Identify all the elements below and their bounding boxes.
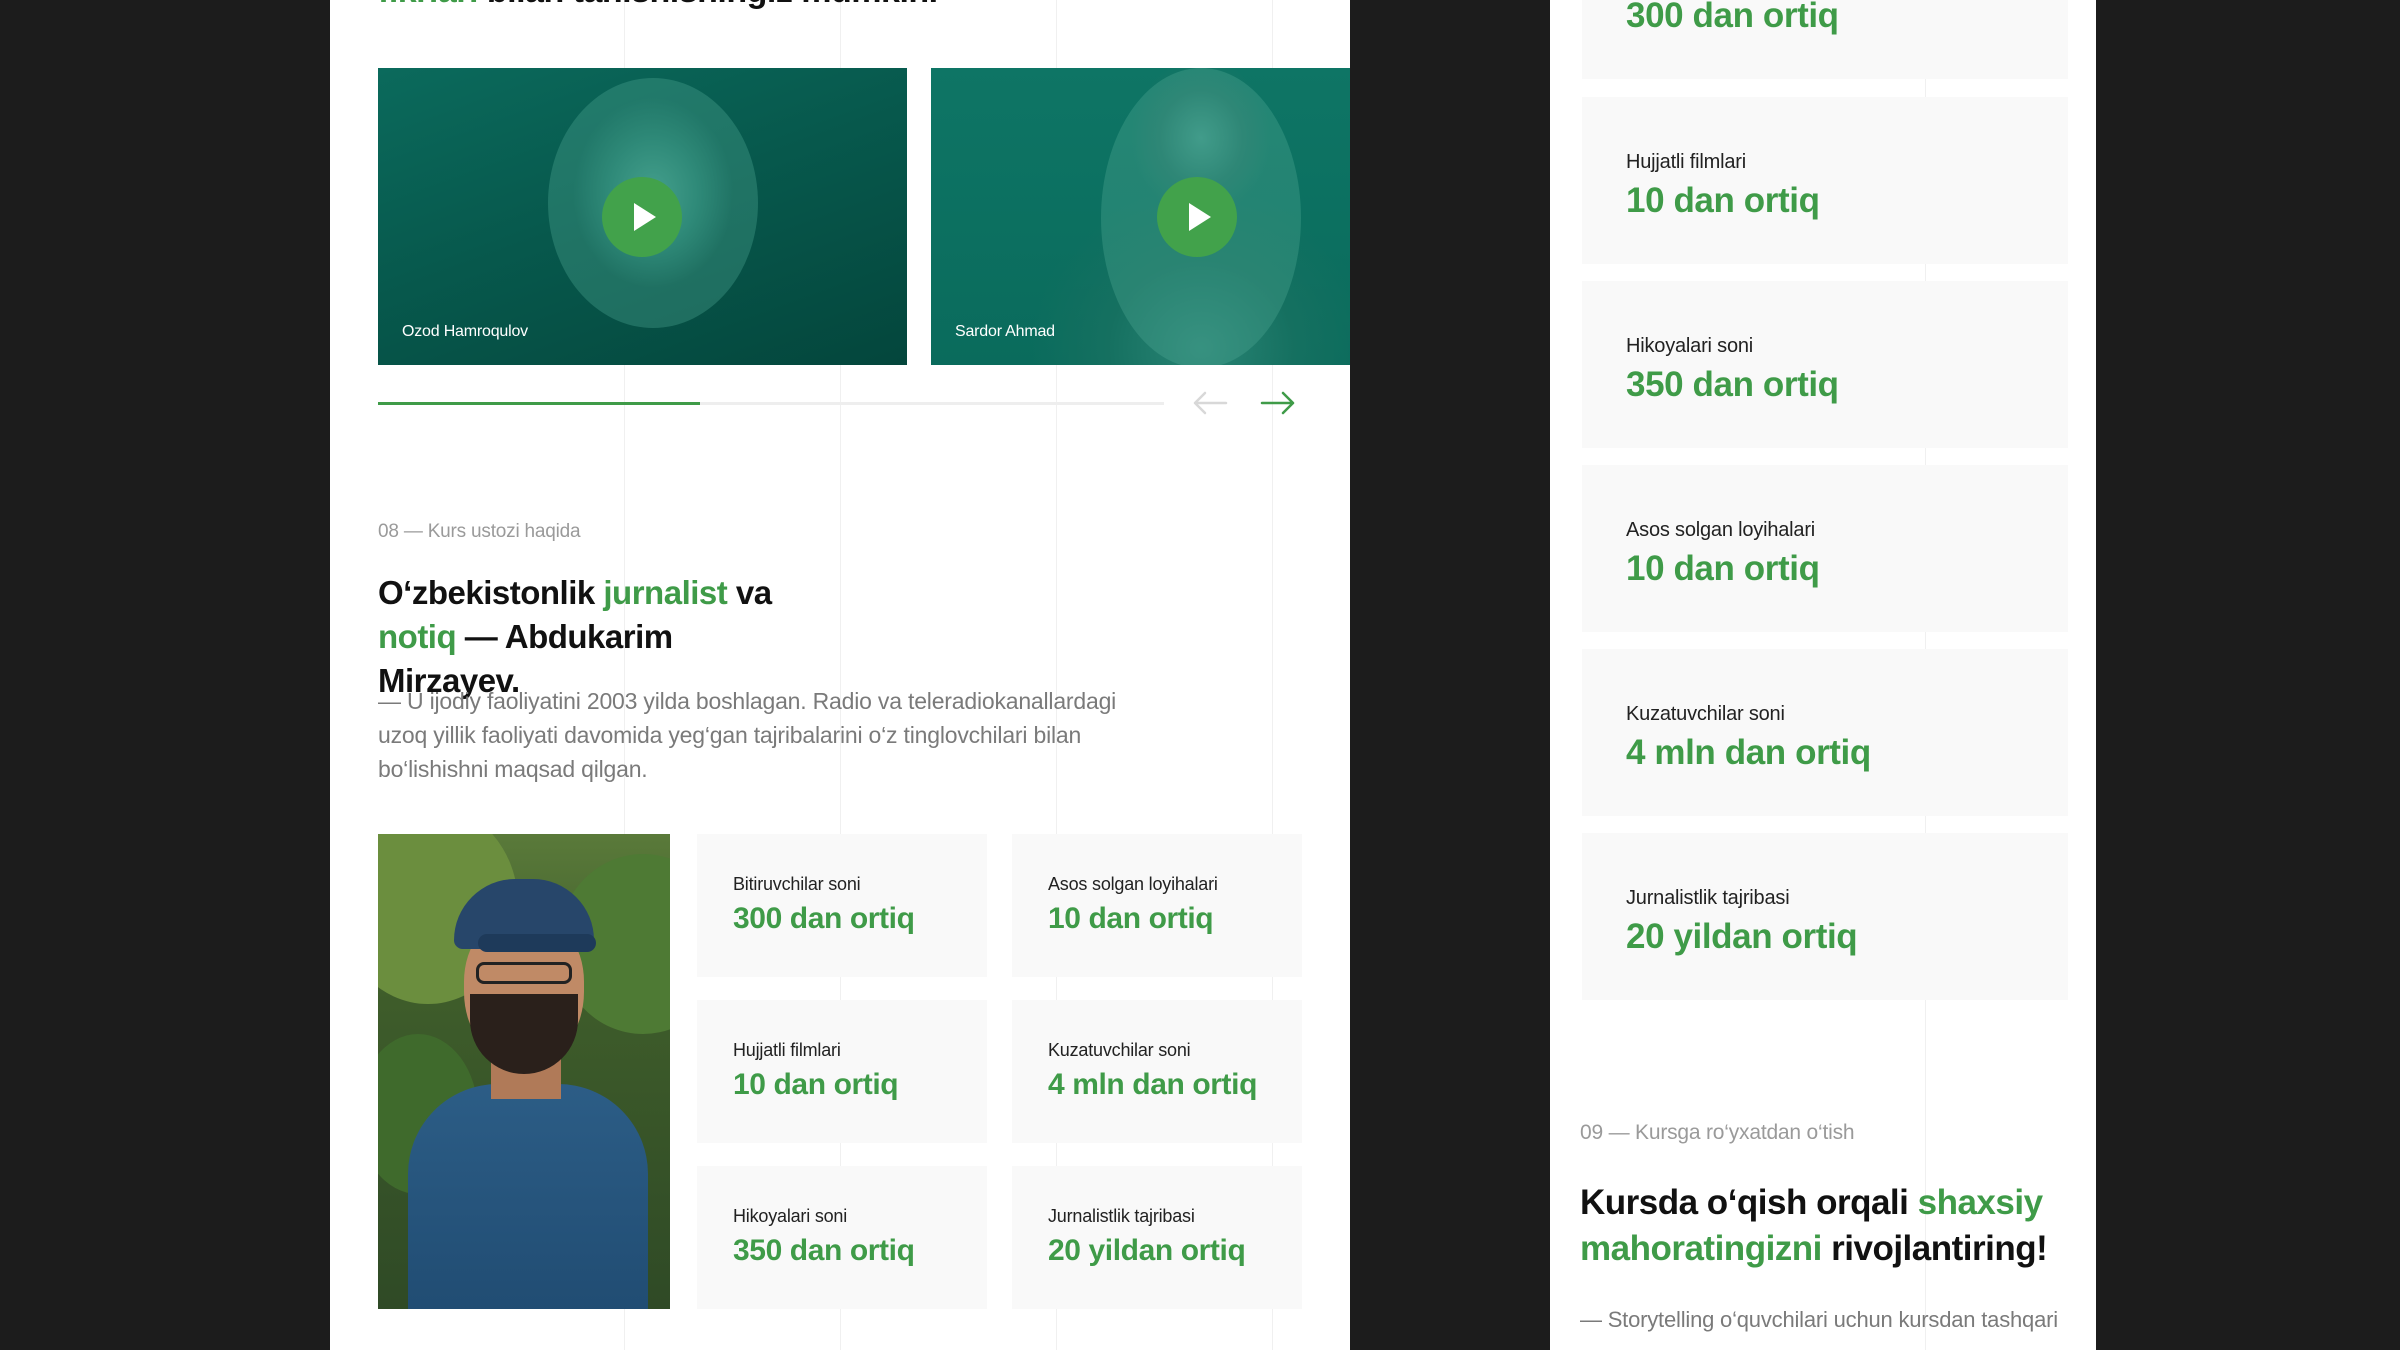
stat-label: Jurnalistlik tajribasi — [1626, 887, 1790, 909]
arrow-left-icon[interactable] — [1190, 388, 1230, 418]
about-bio: — U ijodiy faoliyatini 2003 yilda boshla… — [378, 688, 1117, 782]
stat-label: Kuzatuvchilar soni — [1048, 1040, 1191, 1060]
section-label: 08 — Kurs ustozi haqida — [378, 521, 581, 542]
title-text: O‘zbekistonlik — [378, 574, 604, 611]
stat-card: Asos solgan loyihalari 10 dan ortiq — [1582, 465, 2068, 632]
play-icon — [634, 203, 656, 231]
stat-value: 10 dan ortiq — [1626, 549, 1820, 588]
title-text: va — [727, 574, 772, 611]
slider-progress-track — [378, 402, 1164, 405]
stat-card: Bitiruvchilar soni 300 dan ortiq — [697, 834, 987, 977]
instructor-photo — [378, 834, 670, 1309]
video-card-ozod[interactable]: Ozod Hamroqulov — [378, 68, 907, 365]
stat-value: 300 dan ortiq — [1626, 0, 1839, 35]
stat-label: Hikoyalari soni — [733, 1206, 848, 1226]
stat-value: 20 yildan ortiq — [1048, 1234, 1246, 1267]
left-page-panel: fikrlari bilan tanishishingiz mumkin. Oz… — [330, 0, 1350, 1350]
stat-value: 350 dan ortiq — [1626, 365, 1839, 404]
play-icon — [1189, 203, 1211, 231]
title-green-word: jurnalist — [603, 574, 728, 611]
right-page-panel: 300 dan ortiq Hujjatli filmlari 10 dan o… — [1550, 0, 2096, 1350]
stat-label: Asos solgan loyihalari — [1048, 874, 1218, 894]
headline-dark-text: bilan tanishishingiz mumkin. — [478, 0, 938, 10]
stat-label: Jurnalistlik tajribasi — [1048, 1206, 1195, 1226]
stat-label: Bitiruvchilar soni — [733, 874, 861, 894]
stat-label: Asos solgan loyihalari — [1626, 519, 1816, 541]
arrow-right-icon[interactable] — [1258, 388, 1298, 418]
stat-value: 4 mln dan ortiq — [1626, 733, 1871, 772]
stat-value: 300 dan ortiq — [733, 902, 915, 935]
stat-label: Kuzatuvchilar soni — [1626, 703, 1785, 725]
stat-value: 350 dan ortiq — [733, 1234, 915, 1267]
stat-card: Kuzatuvchilar soni 4 mln dan ortiq — [1012, 1000, 1302, 1143]
stat-value: 10 dan ortiq — [1048, 902, 1214, 935]
video-card-sardor[interactable]: Sardor Ahmad — [931, 68, 1350, 365]
photo-glasses — [476, 962, 572, 984]
play-button[interactable] — [602, 177, 682, 257]
stat-label: Hujjatli filmlari — [1626, 151, 1746, 173]
headline-green-word: fikrlari — [378, 0, 478, 10]
enroll-title: Kursda o‘qish orqali shaxsiy mahoratingi… — [1580, 1180, 2096, 1272]
photo-beard — [470, 994, 578, 1074]
section-label: 09 — Kursga ro‘yxatdan o‘tish — [1580, 1121, 1855, 1144]
stat-card: Jurnalistlik tajribasi 20 yildan ortiq — [1582, 833, 2068, 1000]
stat-label: Hujjatli filmlari — [733, 1040, 841, 1060]
stat-value: 10 dan ortiq — [733, 1068, 899, 1101]
stat-card: Hujjatli filmlari 10 dan ortiq — [1582, 97, 2068, 264]
title-text: rivojlantiring! — [1821, 1229, 2048, 1268]
testimonials-headline: fikrlari bilan tanishishingiz mumkin. — [378, 0, 938, 11]
play-button[interactable] — [1157, 177, 1237, 257]
stat-label: Hikoyalari soni — [1626, 335, 1754, 357]
photo-jacket — [408, 1084, 648, 1309]
stat-card: Hujjatli filmlari 10 dan ortiq — [697, 1000, 987, 1143]
title-green-word: notiq — [378, 618, 457, 655]
stat-card: 300 dan ortiq — [1582, 0, 2068, 79]
stat-value: 4 mln dan ortiq — [1048, 1068, 1258, 1101]
stat-card: Hikoyalari soni 350 dan ortiq — [1582, 281, 2068, 448]
stat-card: Jurnalistlik tajribasi 20 yildan ortiq — [1012, 1166, 1302, 1309]
stat-value: 20 yildan ortiq — [1626, 917, 1858, 956]
stat-value: 10 dan ortiq — [1626, 181, 1820, 220]
stat-card: Kuzatuvchilar soni 4 mln dan ortiq — [1582, 649, 2068, 816]
stat-card: Asos solgan loyihalari 10 dan ortiq — [1012, 834, 1302, 977]
enroll-body: — Storytelling o‘quvchilari uchun kursda… — [1580, 1307, 2058, 1332]
slider-progress-fill — [378, 402, 701, 405]
stat-card: Hikoyalari soni 350 dan ortiq — [697, 1166, 987, 1309]
title-text: Kursda o‘qish orqali — [1580, 1183, 1918, 1222]
photo-cap-brim — [478, 934, 596, 952]
video-speaker-name: Ozod Hamroqulov — [402, 323, 528, 340]
video-speaker-name: Sardor Ahmad — [955, 323, 1055, 340]
